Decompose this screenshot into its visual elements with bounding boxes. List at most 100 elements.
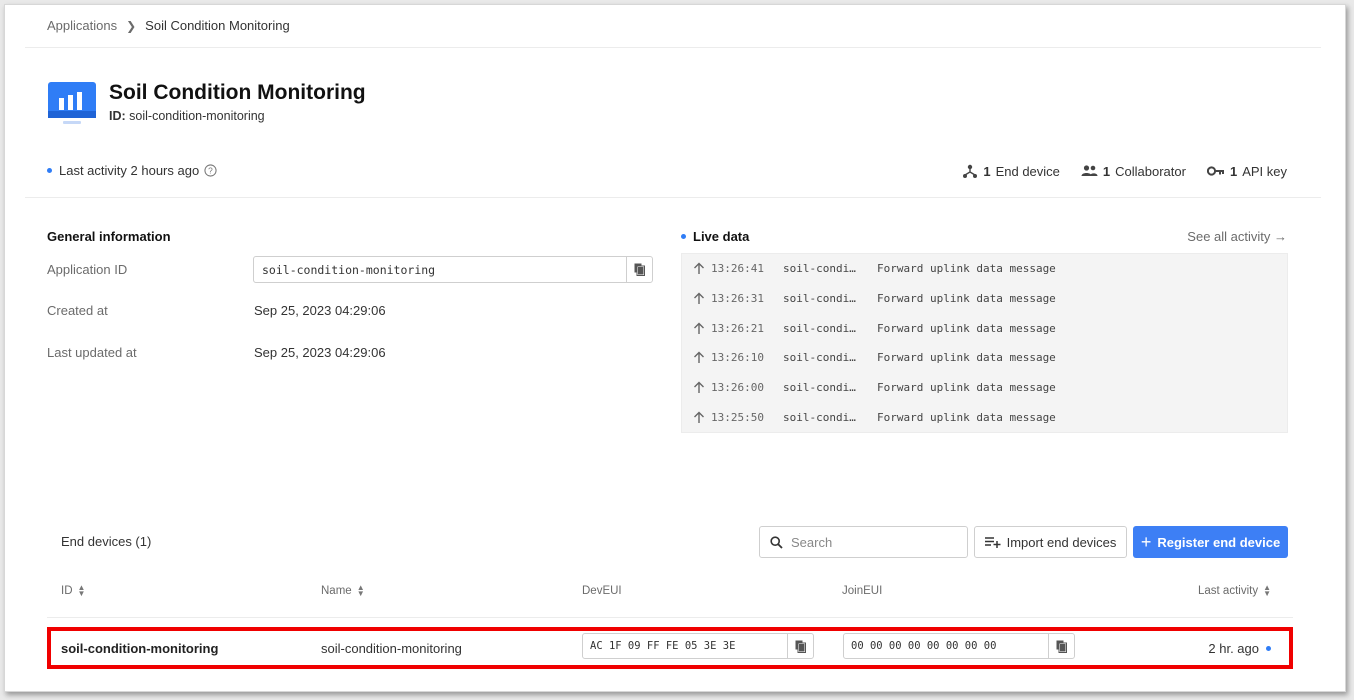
column-header-id[interactable]: ID ▲ ▼ bbox=[61, 583, 86, 598]
live-event-row[interactable]: 13:26:00 soil-condi… Forward uplink data… bbox=[682, 373, 1287, 403]
column-header-deveui-label: DevEUI bbox=[582, 585, 622, 597]
help-icon[interactable]: ? bbox=[204, 164, 217, 177]
live-data-feed[interactable]: 13:26:41 soil-condi… Forward uplink data… bbox=[681, 253, 1288, 433]
end-device-count-link[interactable]: 1 End device bbox=[962, 163, 1060, 179]
breadcrumb: Applications ❯ Soil Condition Monitoring bbox=[47, 18, 290, 33]
event-message: Forward uplink data message bbox=[877, 262, 1056, 276]
collaborator-count-link[interactable]: 1 Collaborator bbox=[1081, 164, 1186, 179]
end-device-count: 1 bbox=[983, 163, 991, 179]
arrow-up-icon bbox=[694, 381, 704, 394]
end-devices-title: End devices (1) bbox=[61, 534, 152, 549]
application-id-label: Application ID bbox=[47, 262, 128, 277]
last-activity-text: Last activity 2 hours ago bbox=[59, 163, 200, 178]
api-key-count-link[interactable]: 1 API key bbox=[1206, 163, 1287, 179]
column-header-joineui-label: JoinEUI bbox=[842, 585, 883, 597]
created-at-label: Created at bbox=[47, 303, 108, 318]
application-icon bbox=[48, 82, 96, 124]
app-id-label: ID: bbox=[109, 109, 126, 123]
copy-icon bbox=[634, 263, 645, 276]
live-data-title: Live data bbox=[681, 229, 749, 244]
svg-text:?: ? bbox=[208, 166, 213, 176]
event-device: soil-condi… bbox=[783, 292, 856, 306]
people-icon bbox=[1081, 165, 1098, 176]
collaborator-label: Collaborator bbox=[1115, 163, 1186, 179]
live-event-row[interactable]: 13:26:10 soil-condi… Forward uplink data… bbox=[682, 343, 1287, 373]
column-header-last-activity-label: Last activity bbox=[1198, 585, 1259, 597]
register-end-device-label: Register end device bbox=[1157, 534, 1281, 550]
column-header-name-label: Name bbox=[321, 585, 352, 597]
live-dot-icon bbox=[681, 234, 686, 239]
live-event-row[interactable]: 13:26:31 soil-condi… Forward uplink data… bbox=[682, 284, 1287, 314]
live-data-label: Live data bbox=[693, 229, 750, 244]
import-end-devices-button[interactable]: Import end devices bbox=[974, 526, 1127, 558]
app-overview-window: Applications ❯ Soil Condition Monitoring… bbox=[4, 4, 1346, 692]
plus-icon: + bbox=[1140, 532, 1152, 552]
copy-joineui-button[interactable] bbox=[1048, 634, 1074, 658]
event-time: 13:26:10 bbox=[711, 351, 764, 365]
joineui-value[interactable]: 00 00 00 00 00 00 00 00 bbox=[844, 640, 1048, 652]
copy-icon bbox=[1056, 640, 1067, 653]
status-dot-icon bbox=[47, 168, 52, 173]
copy-deveui-button[interactable] bbox=[787, 634, 813, 658]
live-event-row[interactable]: 13:26:21 soil-condi… Forward uplink data… bbox=[682, 313, 1287, 343]
sort-icon: ▲ ▼ bbox=[77, 583, 86, 598]
column-header-name[interactable]: Name ▲ ▼ bbox=[321, 584, 365, 598]
key-icon bbox=[1206, 166, 1224, 176]
app-id-value: soil-condition-monitoring bbox=[129, 109, 265, 123]
column-header-last-activity[interactable]: Last activity ▲ ▼ bbox=[1198, 583, 1271, 598]
divider bbox=[25, 197, 1321, 198]
arrow-up-icon bbox=[694, 322, 704, 334]
event-time: 13:26:21 bbox=[711, 321, 764, 335]
column-header-id-label: ID bbox=[61, 585, 73, 597]
copy-icon bbox=[795, 640, 806, 653]
live-event-row[interactable]: 13:25:50 soil-condi… Forward uplink data… bbox=[682, 402, 1287, 432]
event-device: soil-condi… bbox=[783, 351, 856, 365]
application-id-field: soil-condition-monitoring bbox=[253, 256, 653, 283]
api-key-count: 1 bbox=[1229, 163, 1238, 179]
event-device: soil-condi… bbox=[783, 321, 856, 335]
api-key-label: API key bbox=[1242, 163, 1287, 179]
playlist-add-icon bbox=[984, 537, 1001, 548]
register-end-device-button[interactable]: + Register end device bbox=[1133, 526, 1288, 558]
device-hub-icon bbox=[963, 164, 978, 178]
last-activity-status: Last activity 2 hours ago ? bbox=[47, 163, 217, 178]
deveui-field: AC 1F 09 FF FE 05 3E 3E bbox=[582, 633, 814, 659]
search-input[interactable]: Search bbox=[759, 526, 968, 558]
divider bbox=[47, 617, 1293, 618]
breadcrumb-current: Soil Condition Monitoring bbox=[145, 18, 290, 33]
event-device: soil-condi… bbox=[783, 410, 856, 424]
page-title: Soil Condition Monitoring bbox=[109, 81, 366, 104]
last-activity-cell: 2 hr. ago bbox=[1208, 641, 1271, 656]
collaborator-count: 1 bbox=[1102, 163, 1111, 179]
arrow-up-icon bbox=[694, 351, 704, 364]
event-time: 13:26:00 bbox=[711, 381, 764, 395]
see-all-activity-link[interactable]: See all activity → bbox=[1187, 229, 1287, 244]
end-device-label: End device bbox=[995, 163, 1060, 179]
joineui-field: 00 00 00 00 00 00 00 00 bbox=[843, 633, 1075, 659]
arrow-up-icon bbox=[694, 411, 704, 423]
event-message: Forward uplink data message bbox=[877, 381, 1056, 395]
event-time: 13:26:31 bbox=[711, 292, 764, 306]
event-time: 13:26:41 bbox=[711, 262, 764, 276]
device-id-cell[interactable]: soil-condition-monitoring bbox=[61, 641, 218, 656]
app-id: ID: soil-condition-monitoring bbox=[109, 109, 265, 123]
column-header-joineui: JoinEUI bbox=[842, 585, 882, 597]
divider bbox=[25, 47, 1321, 48]
breadcrumb-applications-link[interactable]: Applications bbox=[47, 18, 117, 33]
device-name-cell[interactable]: soil-condition-monitoring bbox=[321, 641, 462, 656]
created-at-value: Sep 25, 2023 04:29:06 bbox=[254, 303, 386, 318]
event-message: Forward uplink data message bbox=[877, 321, 1056, 335]
arrow-up-icon bbox=[694, 262, 704, 275]
general-information-title: General information bbox=[47, 229, 171, 244]
chevron-right-icon: ❯ bbox=[126, 18, 137, 33]
last-updated-label: Last updated at bbox=[47, 345, 137, 360]
last-activity-value: 2 hr. ago bbox=[1208, 641, 1259, 656]
sort-icon: ▲ ▼ bbox=[1263, 583, 1271, 598]
deveui-value[interactable]: AC 1F 09 FF FE 05 3E 3E bbox=[583, 640, 787, 652]
copy-application-id-button[interactable] bbox=[626, 257, 652, 282]
search-placeholder: Search bbox=[791, 534, 833, 550]
import-end-devices-label: Import end devices bbox=[1006, 534, 1117, 550]
event-message: Forward uplink data message bbox=[877, 410, 1056, 424]
live-event-row[interactable]: 13:26:41 soil-condi… Forward uplink data… bbox=[682, 254, 1287, 284]
application-id-value[interactable]: soil-condition-monitoring bbox=[254, 263, 626, 277]
